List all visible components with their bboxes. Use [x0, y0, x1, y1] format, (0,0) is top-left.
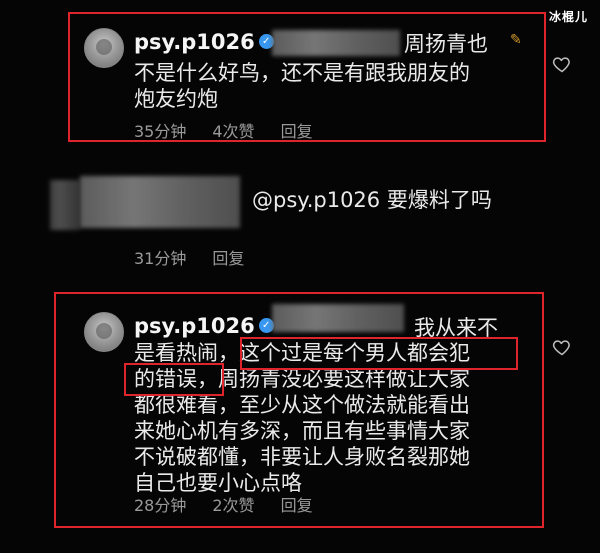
blurred-mention [272, 304, 404, 332]
username[interactable]: psy.p1026 [134, 30, 255, 54]
timestamp: 31分钟 [134, 249, 187, 268]
blurred-mention [272, 30, 400, 56]
reply-button[interactable]: 回复 [212, 249, 244, 268]
like-heart-icon[interactable] [552, 54, 572, 74]
watermark: 冰棍儿 [548, 10, 588, 24]
avatar[interactable] [84, 312, 124, 352]
comment-1-header: psy.p1026 ✓ [134, 28, 274, 56]
like-count[interactable]: 2次赞 [212, 496, 254, 515]
comment-3-meta: 28分钟 2次赞 回复 [134, 492, 339, 516]
avatar[interactable] [84, 28, 124, 68]
comment-2-text: @psy.p1026 要爆料了吗 [252, 188, 492, 212]
comment-3-line-4: 来她心机有多深，而且有些事情大家 [134, 419, 470, 443]
comment-1-line-1: 不是什么好鸟，还不是有跟我朋友的 [134, 61, 470, 85]
reply-button[interactable]: 回复 [281, 496, 313, 515]
timestamp: 35分钟 [134, 122, 187, 141]
like-heart-icon[interactable] [552, 337, 572, 357]
comment-3-line-5: 不说破都懂，非要让人身败名裂那她 [134, 445, 470, 469]
like-count[interactable]: 4次赞 [212, 122, 254, 141]
username[interactable]: psy.p1026 [134, 314, 255, 338]
highlight-box-phrase-1 [240, 337, 518, 370]
reply-button[interactable]: 回复 [281, 122, 313, 141]
highlight-box-phrase-2 [124, 363, 224, 396]
blurred-username [80, 176, 240, 228]
comment-3-line-3: 都很难看，至少从这个做法就能看出 [134, 393, 470, 417]
screenshot-stage: 冰棍儿 psy.p1026 ✓ 周扬青也 ✎ 不是什么好鸟，还不是有跟我朋友的 炮… [0, 0, 600, 553]
timestamp: 28分钟 [134, 496, 187, 515]
comment-2-meta: 31分钟 回复 [134, 245, 270, 269]
pencil-icon: ✎ [510, 32, 522, 48]
comment-3-header: psy.p1026 ✓ [134, 312, 274, 340]
comment-1-line-2: 炮友约炮 [134, 87, 218, 111]
comment-1-meta: 35分钟 4次赞 回复 [134, 118, 339, 142]
blurred-avatar [50, 180, 80, 230]
comment-1-text-start: 周扬青也 [404, 32, 488, 56]
